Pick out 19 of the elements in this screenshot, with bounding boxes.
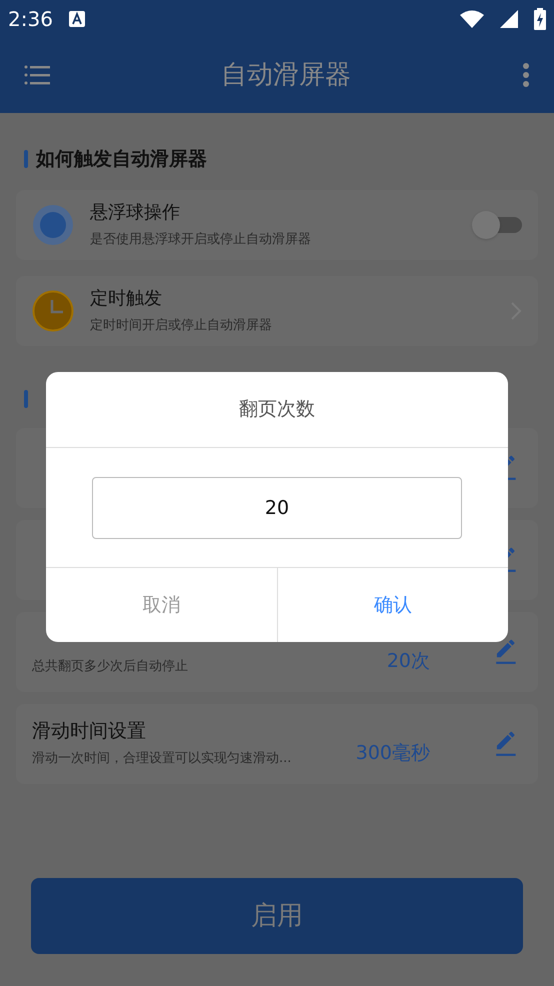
setting-subtitle: 滑动一次时间，合理设置可以实现匀速滑动... (32, 750, 292, 768)
app-title: 自动滑屏器 (220, 58, 352, 92)
setting-value: 20次 (386, 649, 430, 674)
section-heading: 如何触发自动滑屏器 (36, 147, 207, 172)
enable-button[interactable]: 启用 (31, 878, 523, 954)
setting-value: 300毫秒 (356, 741, 430, 766)
setting-card[interactable]: 定时触发 定时时间开启或停止自动滑屏器 (16, 276, 538, 346)
setting-subtitle: 定时时间开启或停止自动滑屏器 (90, 317, 273, 336)
setting-title: 滑动时间设置 (32, 718, 147, 744)
setting-subtitle: 是否使用悬浮球开启或停止自动滑屏器 (90, 231, 312, 250)
count-input[interactable]: 20 (92, 476, 462, 538)
dialog-title: 翻页次数 (46, 372, 508, 448)
setting-subtitle: 总共翻页多少次后自动停止 (32, 658, 189, 676)
setting-title: 悬浮球操作 (90, 201, 181, 226)
cancel-button[interactable]: 取消 (46, 568, 278, 642)
setting-row[interactable]: 滑动时间设置 滑动一次时间，合理设置可以实现匀速滑动... 300毫秒 (16, 704, 538, 784)
setting-card[interactable]: 悬浮球操作 是否使用悬浮球开启或停止自动滑屏器 (16, 190, 538, 260)
setting-title: 定时触发 (90, 287, 163, 312)
status-time: 2:36 (8, 6, 53, 32)
